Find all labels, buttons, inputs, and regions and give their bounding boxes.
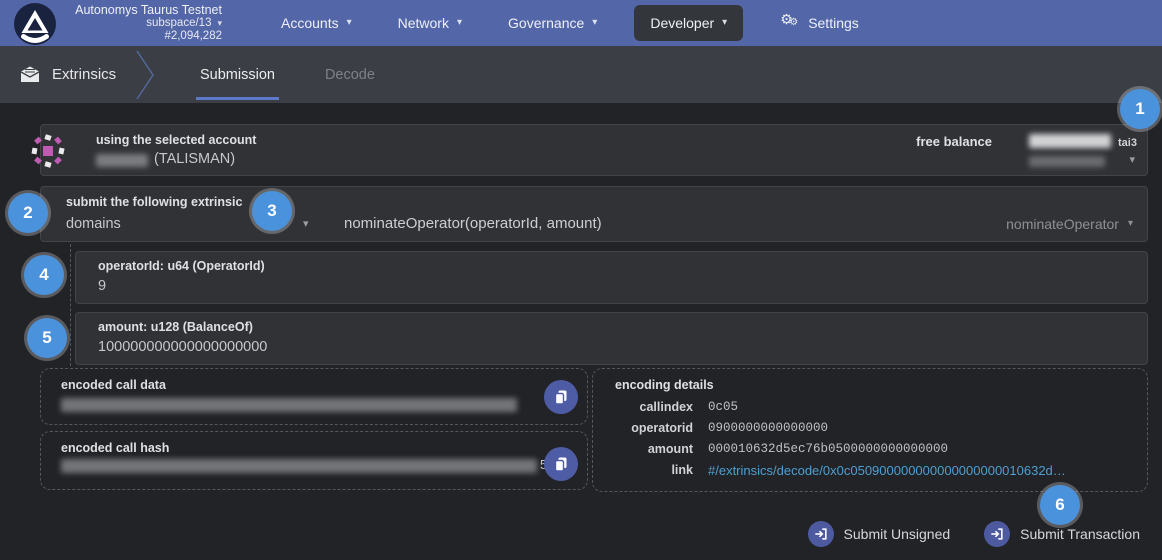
submit-actions: Submit Unsigned Submit Transaction	[808, 521, 1140, 547]
copy-call-hash-button[interactable]	[544, 447, 578, 481]
method-dropdown-caret-icon: ▾	[1128, 219, 1133, 229]
annotation-badge-2: 2	[8, 193, 48, 233]
param-operatorid-input[interactable]: 9	[98, 278, 106, 294]
account-select-panel[interactable]: using the selected account (TALISMAN) fr…	[40, 124, 1148, 176]
annotation-badge-6: 6	[1040, 485, 1080, 525]
tab-decode[interactable]: Decode	[319, 46, 381, 103]
account-name-redacted	[96, 154, 148, 167]
callindex-value: 0c05	[708, 400, 738, 414]
menu-network[interactable]: Network ▾	[375, 15, 485, 31]
gears-icon: ⚙ ⚙	[780, 14, 800, 32]
encoded-call-data-box: encoded call data	[40, 368, 588, 425]
navbar-menus: Accounts ▾ Network ▾ Governance ▾ Develo…	[258, 5, 882, 41]
method-select[interactable]: nominateOperator ▾	[1006, 216, 1133, 232]
account-secondary-redacted	[1029, 156, 1105, 167]
pallet-select[interactable]: domains	[66, 216, 121, 232]
menu-settings[interactable]: ⚙ ⚙ Settings	[757, 14, 882, 32]
param-operatorid-field: operatorId: u64 (OperatorId) 9	[75, 251, 1148, 304]
balance-unit: tai3	[1118, 137, 1137, 149]
link-label: link	[593, 463, 693, 477]
encoding-details-box: encoding details callindex 0c05 operator…	[592, 368, 1148, 492]
block-number: #2,094,282	[66, 30, 222, 43]
param-amount-input[interactable]: 100000000000000000000	[98, 339, 267, 355]
tab-bar: Extrinsics Submission Decode	[0, 46, 1162, 103]
param-nesting-line	[70, 244, 71, 366]
param-amount-field: amount: u128 (BalanceOf) 100000000000000…	[75, 312, 1148, 365]
menu-developer-label: Developer	[650, 15, 714, 31]
menu-network-label: Network	[398, 15, 449, 31]
annotation-badge-1: 1	[1120, 89, 1160, 129]
call-signature: nominateOperator(operatorId, amount)	[344, 215, 602, 232]
network-info: Autonomys Taurus Testnet subspace/13 ▾ #…	[66, 3, 222, 44]
menu-accounts[interactable]: Accounts ▾	[258, 15, 375, 31]
autonomys-logo-icon[interactable]	[14, 3, 56, 45]
submit-unsigned-label: Submit Unsigned	[844, 526, 951, 542]
top-navbar: Autonomys Taurus Testnet subspace/13 ▾ #…	[0, 0, 1162, 46]
encoded-call-hash-label: encoded call hash	[61, 441, 169, 455]
chevron-down-icon: ▾	[217, 19, 222, 28]
copy-icon	[553, 389, 569, 405]
submit-transaction-label: Submit Transaction	[1020, 526, 1140, 542]
network-name: Autonomys Taurus Testnet	[66, 3, 222, 17]
menu-developer-active[interactable]: Developer ▾	[634, 5, 743, 41]
annotation-badge-3: 3	[252, 191, 292, 231]
amount-value: 000010632d5ec76b0500000000000000	[708, 442, 948, 456]
menu-accounts-label: Accounts	[281, 15, 339, 31]
param-operatorid-label: operatorId: u64 (OperatorId)	[98, 259, 265, 273]
account-dropdown-caret-icon[interactable]: ▾	[1129, 153, 1135, 166]
chain-selector[interactable]: subspace/13 ▾	[66, 17, 222, 30]
extrinsics-envelope-icon	[20, 66, 40, 83]
extrinsic-row-label: submit the following extrinsic	[66, 195, 242, 209]
section-extrinsics: Extrinsics	[20, 66, 124, 83]
encoding-details-title: encoding details	[615, 378, 714, 392]
decode-link[interactable]: #/extrinsics/decode/0x0c0509000000000000…	[708, 463, 1066, 478]
encoded-call-hash-box: encoded call hash 5	[40, 431, 588, 490]
tab-submission[interactable]: Submission	[194, 46, 281, 103]
section-title: Extrinsics	[52, 66, 116, 83]
pallet-dropdown-caret-icon[interactable]: ▾	[303, 217, 309, 230]
account-identicon[interactable]	[31, 134, 65, 168]
extrinsics-page: Autonomys Taurus Testnet subspace/13 ▾ #…	[0, 0, 1162, 560]
annotation-badge-4: 4	[24, 255, 64, 295]
annotation-badge-5: 5	[27, 318, 67, 358]
operatorid-value: 0900000000000000	[708, 421, 828, 435]
callindex-label: callindex	[593, 400, 693, 414]
sign-in-icon	[808, 521, 834, 547]
chevron-down-icon: ▾	[457, 18, 462, 28]
encoded-call-data-redacted	[61, 398, 517, 412]
chain-selector-label: subspace/13	[146, 17, 211, 30]
copy-icon	[553, 456, 569, 472]
amount-label: amount	[593, 442, 693, 456]
submit-unsigned-button[interactable]: Submit Unsigned	[808, 521, 951, 547]
chevron-down-icon: ▾	[592, 18, 597, 28]
menu-settings-label: Settings	[808, 15, 859, 31]
menu-governance[interactable]: Governance ▾	[485, 15, 620, 31]
sign-in-icon	[984, 521, 1010, 547]
menu-governance-label: Governance	[508, 15, 584, 31]
copy-call-data-button[interactable]	[544, 380, 578, 414]
free-balance-redacted	[1029, 134, 1111, 148]
operatorid-label: operatorid	[593, 421, 693, 435]
chevron-down-icon: ▾	[347, 18, 352, 28]
free-balance-label: free balance	[916, 134, 992, 149]
encoded-call-data-label: encoded call data	[61, 378, 166, 392]
extrinsic-select-panel: submit the following extrinsic domains ▾…	[40, 186, 1148, 242]
account-row-label: using the selected account	[96, 133, 256, 147]
param-amount-label: amount: u128 (BalanceOf)	[98, 320, 253, 334]
section-divider-chevron	[134, 50, 156, 100]
chevron-down-icon: ▾	[722, 18, 727, 28]
method-select-value: nominateOperator	[1006, 216, 1119, 232]
account-name-suffix: (TALISMAN)	[154, 151, 235, 167]
encoded-call-hash-redacted	[61, 459, 537, 473]
